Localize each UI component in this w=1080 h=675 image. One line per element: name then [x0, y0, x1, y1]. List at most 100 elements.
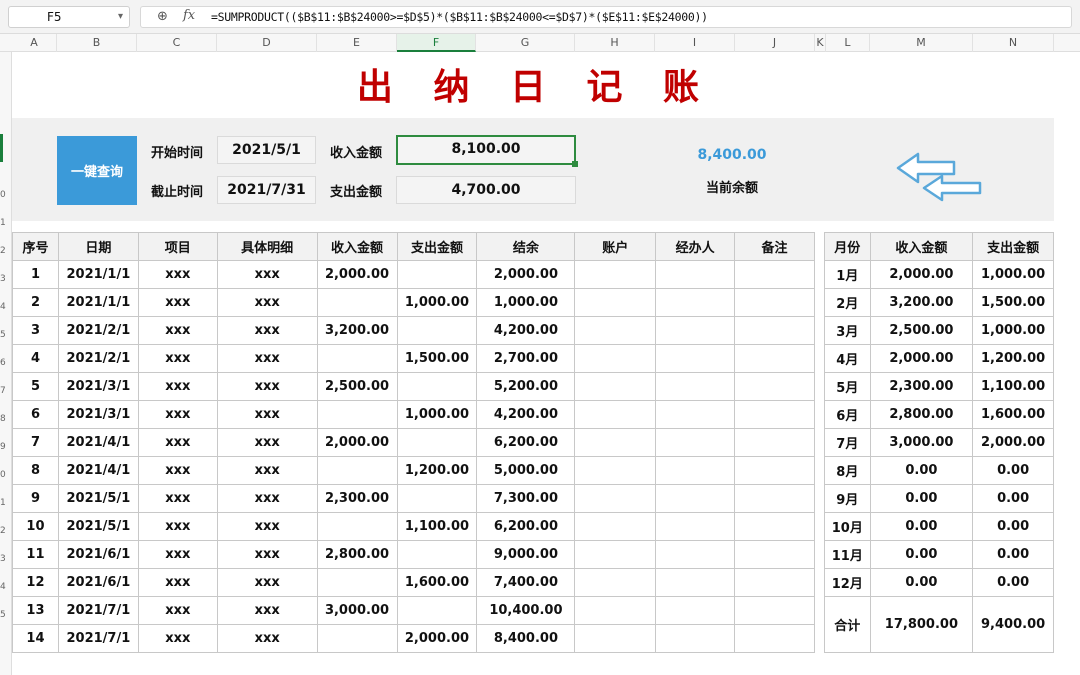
- table-cell[interactable]: [655, 540, 736, 569]
- table-cell[interactable]: 0.00: [972, 484, 1054, 513]
- table-cell[interactable]: xxx: [137, 316, 218, 345]
- table-cell[interactable]: 2,000.00: [869, 260, 974, 289]
- expense-total-cell[interactable]: 4,700.00: [396, 176, 576, 204]
- row-header[interactable]: 4: [0, 302, 12, 312]
- column-header-b[interactable]: B: [57, 34, 137, 52]
- column-header-a[interactable]: A: [12, 34, 57, 52]
- start-time-field[interactable]: 2021/5/1: [217, 136, 316, 164]
- table-cell[interactable]: 7,400.00: [476, 568, 576, 597]
- table-cell[interactable]: xxx: [137, 372, 218, 401]
- table-cell[interactable]: [655, 484, 736, 513]
- column-header-c[interactable]: C: [137, 34, 217, 52]
- chevron-down-icon[interactable]: ▾: [118, 7, 123, 27]
- table-cell[interactable]: xxx: [216, 484, 318, 513]
- table-cell[interactable]: 1,000.00: [476, 288, 576, 317]
- table-cell[interactable]: 1,100.00: [396, 512, 478, 541]
- column-header-h[interactable]: H: [575, 34, 655, 52]
- table-cell[interactable]: [574, 372, 657, 401]
- table-cell[interactable]: [396, 372, 478, 401]
- table-cell[interactable]: [396, 484, 478, 513]
- table-cell[interactable]: 2021/6/1: [57, 540, 139, 569]
- table-cell[interactable]: 2021/1/1: [57, 260, 139, 289]
- table-cell[interactable]: 0.00: [972, 512, 1054, 541]
- table-cell[interactable]: 2,700.00: [476, 344, 576, 373]
- row-header[interactable]: 5: [0, 610, 12, 620]
- formula-text[interactable]: =SUMPRODUCT(($B$11:$B$24000>=$D$5)*($B$1…: [211, 10, 708, 24]
- table-cell[interactable]: 6,200.00: [476, 512, 576, 541]
- table-cell[interactable]: 1,500.00: [972, 288, 1054, 317]
- table-cell[interactable]: 9,000.00: [476, 540, 576, 569]
- table-cell[interactable]: 2021/6/1: [57, 568, 139, 597]
- table-cell[interactable]: [734, 288, 815, 317]
- table-cell[interactable]: xxx: [137, 624, 218, 653]
- table-cell[interactable]: 10: [12, 512, 59, 541]
- table-cell[interactable]: [655, 260, 736, 289]
- income-total-cell[interactable]: 8,100.00: [396, 135, 576, 165]
- table-cell[interactable]: 1月: [824, 260, 871, 289]
- table-cell[interactable]: xxx: [216, 400, 318, 429]
- column-header-d[interactable]: D: [217, 34, 317, 52]
- table-cell[interactable]: xxx: [216, 428, 318, 457]
- table-cell[interactable]: [655, 456, 736, 485]
- table-cell[interactable]: 2021/4/1: [57, 428, 139, 457]
- row-header[interactable]: 2: [0, 526, 12, 536]
- table-cell[interactable]: xxx: [137, 596, 218, 625]
- table-cell[interactable]: [574, 624, 657, 653]
- table-cell[interactable]: xxx: [216, 568, 318, 597]
- table-cell[interactable]: 9月: [824, 484, 871, 513]
- table-cell[interactable]: 6,200.00: [476, 428, 576, 457]
- table-cell[interactable]: 14: [12, 624, 59, 653]
- table-cell[interactable]: 2021/4/1: [57, 456, 139, 485]
- table-cell[interactable]: 13: [12, 596, 59, 625]
- table-cell[interactable]: 2,000.00: [316, 428, 398, 457]
- table-cell[interactable]: xxx: [216, 456, 318, 485]
- table-cell[interactable]: 4: [12, 344, 59, 373]
- table-cell[interactable]: xxx: [137, 456, 218, 485]
- table-cell[interactable]: 9: [12, 484, 59, 513]
- row-header[interactable]: 8: [0, 414, 12, 424]
- table-cell[interactable]: 1,100.00: [972, 372, 1054, 401]
- table-cell[interactable]: 4,200.00: [476, 400, 576, 429]
- table-cell[interactable]: 3,000.00: [316, 596, 398, 625]
- monthly-total-cell[interactable]: 9,400.00: [972, 596, 1054, 653]
- table-cell[interactable]: [574, 456, 657, 485]
- table-cell[interactable]: xxx: [137, 512, 218, 541]
- table-cell[interactable]: 3,200.00: [316, 316, 398, 345]
- table-cell[interactable]: [574, 568, 657, 597]
- table-cell[interactable]: [574, 512, 657, 541]
- row-header[interactable]: 7: [0, 386, 12, 396]
- table-cell[interactable]: xxx: [216, 316, 318, 345]
- table-cell[interactable]: 1,000.00: [396, 288, 478, 317]
- table-cell[interactable]: 6月: [824, 400, 871, 429]
- table-cell[interactable]: [574, 316, 657, 345]
- table-cell[interactable]: [574, 540, 657, 569]
- table-cell[interactable]: [734, 372, 815, 401]
- table-cell[interactable]: xxx: [216, 624, 318, 653]
- table-cell[interactable]: [316, 400, 398, 429]
- table-cell[interactable]: [734, 540, 815, 569]
- table-cell[interactable]: 2,500.00: [316, 372, 398, 401]
- table-cell[interactable]: xxx: [216, 540, 318, 569]
- table-cell[interactable]: 2021/2/1: [57, 344, 139, 373]
- table-cell[interactable]: 2,500.00: [869, 316, 974, 345]
- table-cell[interactable]: xxx: [216, 596, 318, 625]
- table-cell[interactable]: 6: [12, 400, 59, 429]
- fx-icon[interactable]: fx: [183, 8, 195, 23]
- table-cell[interactable]: [655, 400, 736, 429]
- table-cell[interactable]: 7月: [824, 428, 871, 457]
- table-cell[interactable]: [396, 428, 478, 457]
- table-cell[interactable]: [574, 596, 657, 625]
- table-cell[interactable]: 2021/7/1: [57, 596, 139, 625]
- table-cell[interactable]: 2,000.00: [316, 260, 398, 289]
- table-cell[interactable]: 4月: [824, 344, 871, 373]
- table-cell[interactable]: 10,400.00: [476, 596, 576, 625]
- table-cell[interactable]: [574, 400, 657, 429]
- table-cell[interactable]: [396, 540, 478, 569]
- column-header-j[interactable]: J: [735, 34, 815, 52]
- table-cell[interactable]: [734, 568, 815, 597]
- table-cell[interactable]: 10月: [824, 512, 871, 541]
- table-cell[interactable]: 0.00: [869, 484, 974, 513]
- table-cell[interactable]: 2021/3/1: [57, 372, 139, 401]
- table-cell[interactable]: 2,000.00: [396, 624, 478, 653]
- table-cell[interactable]: [316, 344, 398, 373]
